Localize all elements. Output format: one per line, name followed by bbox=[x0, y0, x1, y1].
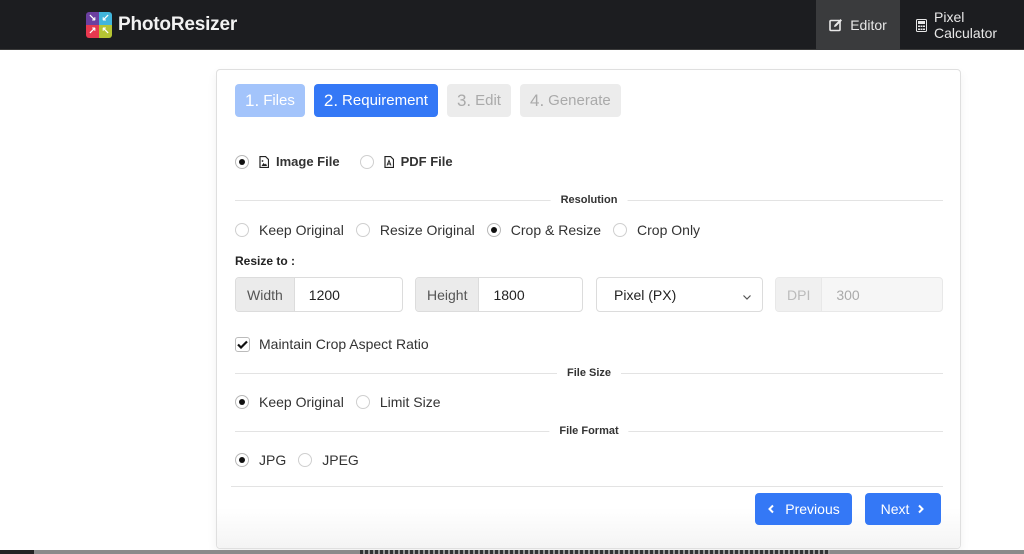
file-size-title: File Size bbox=[556, 365, 622, 381]
height-input-group: Height bbox=[415, 277, 583, 312]
nav-pixel-calculator-label: Pixel Calculator bbox=[934, 9, 998, 41]
radio-image-file[interactable] bbox=[235, 154, 249, 169]
file-size-limit[interactable]: Limit Size bbox=[355, 394, 441, 410]
nav-editor[interactable]: Editor bbox=[816, 0, 900, 50]
resolution-divider: Resolution bbox=[235, 192, 943, 208]
resolution-crop-only[interactable]: Crop Only bbox=[613, 222, 700, 238]
next-button[interactable]: Next bbox=[865, 493, 941, 525]
file-format-title: File Format bbox=[549, 423, 629, 439]
image-file-icon bbox=[259, 155, 269, 168]
app-logo-icon: ↘ ↙ ↗ ↖ bbox=[86, 12, 112, 38]
file-size-keep-original[interactable]: Keep Original bbox=[235, 394, 344, 410]
top-navbar: ↘ ↙ ↗ ↖ PhotoResizer Editor Pixel Calcul… bbox=[0, 0, 1024, 50]
width-input-group: Width bbox=[235, 277, 403, 312]
file-type-pdf[interactable]: PDF File bbox=[359, 154, 453, 169]
unit-select-value: Pixel (PX) bbox=[614, 286, 677, 303]
dpi-input[interactable] bbox=[822, 278, 942, 311]
page-bottom-edge bbox=[0, 550, 1024, 554]
footer-divider bbox=[231, 486, 943, 487]
calculator-icon bbox=[916, 18, 927, 32]
radio-pdf-file[interactable] bbox=[359, 154, 374, 169]
chevron-right-icon bbox=[917, 504, 925, 514]
step-requirement[interactable]: 2. Requirement bbox=[313, 84, 438, 117]
pdf-file-icon bbox=[383, 155, 394, 168]
requirement-card: 1. Files 2. Requirement 3. Edit 4. Generate … bbox=[216, 69, 961, 549]
edit-icon bbox=[829, 18, 843, 32]
resolution-crop-resize[interactable]: Crop & Resize bbox=[486, 222, 601, 238]
brand-name: PhotoResizer bbox=[118, 14, 238, 35]
dpi-label: DPI bbox=[776, 278, 823, 311]
previous-button[interactable]: Previous bbox=[755, 493, 852, 525]
unit-select[interactable]: Pixel (PX) bbox=[596, 277, 763, 312]
step-edit[interactable]: 3. Edit bbox=[446, 84, 511, 117]
file-format-jpg[interactable]: JPG bbox=[235, 452, 286, 468]
nav-editor-label: Editor bbox=[850, 17, 887, 33]
chevron-down-icon bbox=[742, 289, 752, 305]
file-format-divider: File Format bbox=[235, 423, 943, 439]
file-size-divider: File Size bbox=[235, 365, 943, 381]
file-format-options: JPG JPEG bbox=[235, 452, 371, 468]
brand[interactable]: ↘ ↙ ↗ ↖ PhotoResizer bbox=[86, 10, 237, 40]
width-label: Width bbox=[236, 278, 295, 311]
nav-pixel-calculator[interactable]: Pixel Calculator bbox=[916, 0, 1024, 50]
checkmark-icon bbox=[237, 340, 248, 349]
resize-to-label: Resize to : bbox=[235, 254, 296, 268]
resolution-title: Resolution bbox=[550, 192, 628, 208]
dpi-input-group: DPI bbox=[775, 277, 943, 312]
width-input[interactable] bbox=[294, 278, 402, 311]
resolution-options: Keep Original Resize Original Crop & Res… bbox=[235, 222, 712, 238]
step-generate[interactable]: 4. Generate bbox=[519, 84, 621, 117]
wizard-steps: 1. Files 2. Requirement 3. Edit 4. Generate bbox=[235, 84, 621, 117]
height-input[interactable] bbox=[479, 278, 582, 311]
height-label: Height bbox=[416, 278, 480, 311]
file-type-group: Image File PDF File bbox=[235, 154, 465, 169]
file-type-image[interactable]: Image File bbox=[235, 154, 340, 169]
step-files[interactable]: 1. Files bbox=[235, 84, 305, 117]
file-size-options: Keep Original Limit Size bbox=[235, 394, 453, 410]
file-format-jpeg[interactable]: JPEG bbox=[298, 452, 359, 468]
maintain-aspect-ratio[interactable]: Maintain Crop Aspect Ratio bbox=[235, 336, 429, 352]
maintain-aspect-label: Maintain Crop Aspect Ratio bbox=[259, 336, 429, 352]
chevron-left-icon bbox=[767, 504, 775, 514]
maintain-aspect-checkbox[interactable] bbox=[235, 336, 250, 352]
resolution-keep-original[interactable]: Keep Original bbox=[235, 222, 344, 238]
resolution-resize-original[interactable]: Resize Original bbox=[355, 222, 475, 238]
